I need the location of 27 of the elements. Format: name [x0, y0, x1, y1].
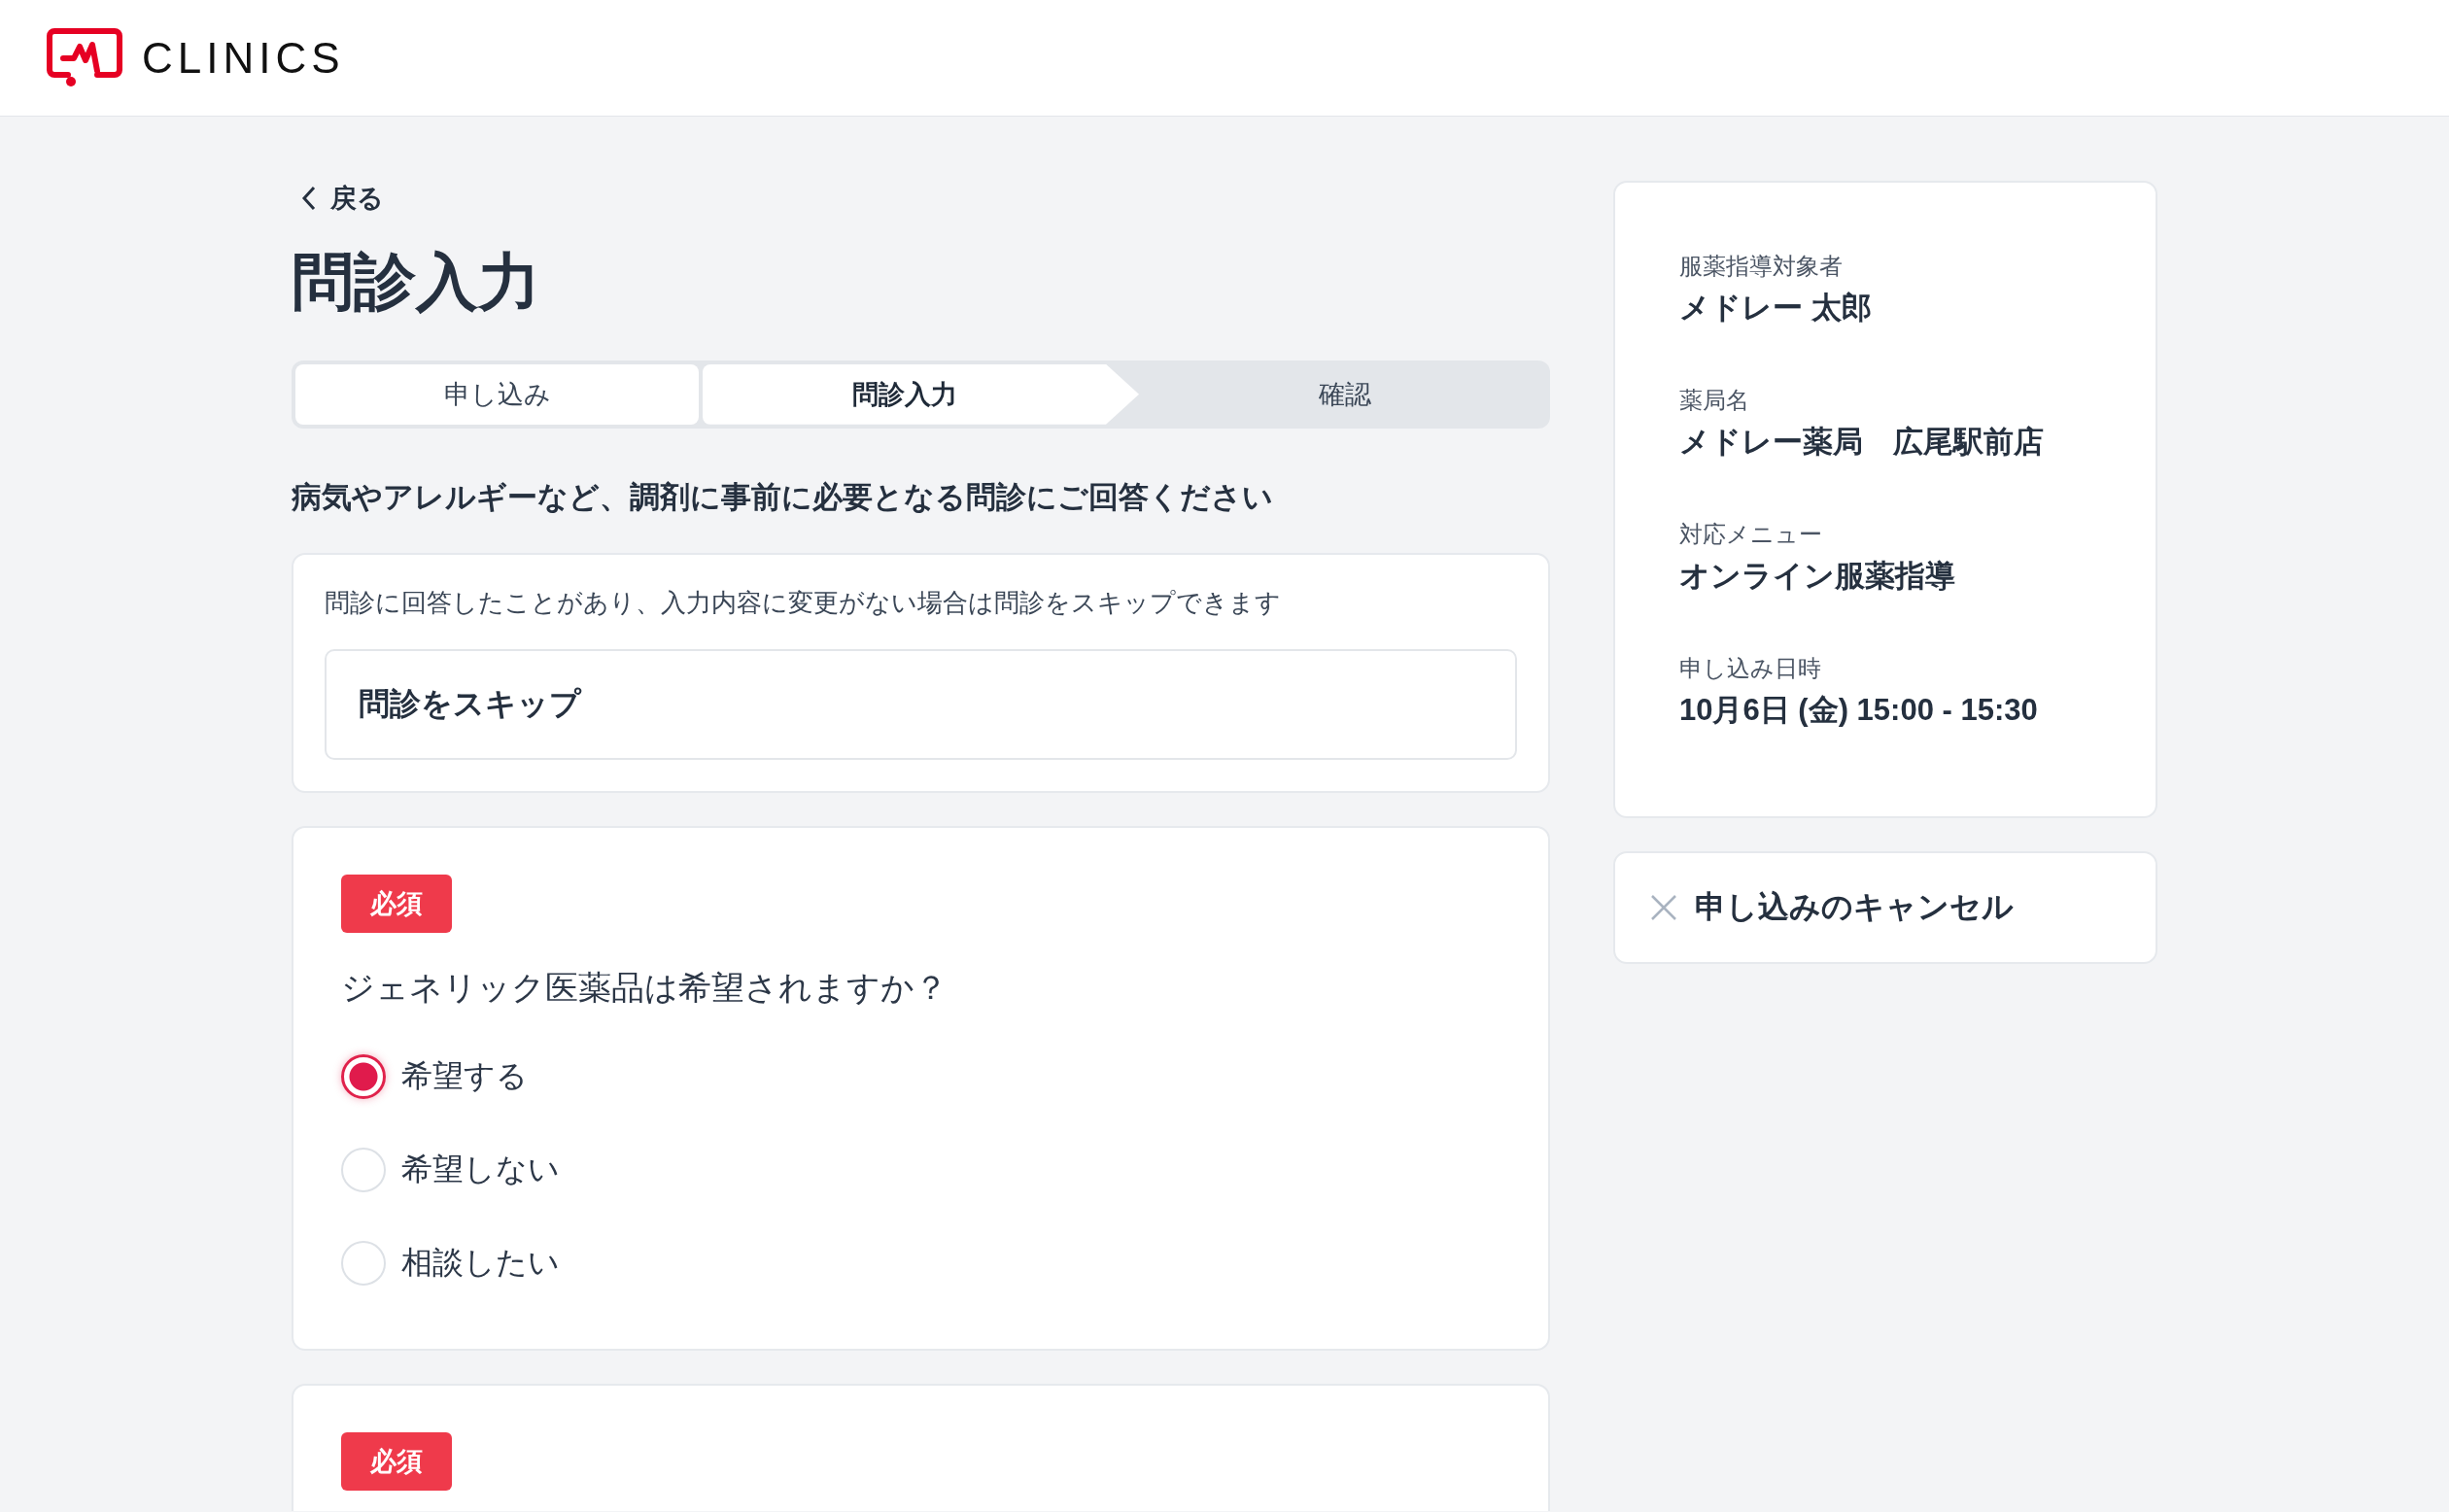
logo-icon: [47, 27, 122, 88]
field-value: オンライン服薬指導: [1679, 558, 1956, 595]
field-label: 服薬指導対象者: [1679, 252, 1844, 281]
cancel-button[interactable]: 申し込みのキャンセル: [1613, 851, 2157, 964]
back-link[interactable]: 戻る: [301, 181, 384, 216]
required-badge: 必須: [341, 1431, 452, 1491]
instruction-text: 病気やアレルギーなど、調剤に事前に必要となる問診にご回答ください: [292, 478, 1274, 516]
field-value: 10月6日 (金) 15:00 - 15:30: [1679, 692, 2039, 729]
question-text: ジェネリック医薬品は希望されますか？: [341, 967, 949, 1008]
field-value: メドレー 太郎: [1679, 290, 1873, 326]
field-label: 薬局名: [1679, 386, 1750, 415]
skip-note: 問診に回答したことがあり、入力内容に変更がない場合は問診をスキップできます: [325, 586, 1282, 619]
progress-step: 申し込み: [295, 363, 699, 425]
radio-button[interactable]: [341, 1053, 386, 1099]
logo-text: CLINICS: [142, 33, 345, 83]
option-label[interactable]: 相談したい: [401, 1241, 560, 1285]
progress-step: 問診入力: [703, 363, 1139, 425]
skip-button[interactable]: 問診をスキップ: [325, 648, 1517, 760]
option-label[interactable]: 希望しない: [401, 1148, 560, 1191]
required-badge: 必須: [341, 874, 452, 933]
option-label[interactable]: 希望する: [401, 1054, 528, 1098]
page-title: 問診入力: [292, 246, 541, 319]
field-value: メドレー薬局 広尾駅前店: [1679, 424, 2045, 461]
close-icon: [1650, 894, 1677, 921]
chevron-left-icon: [301, 186, 317, 211]
field-label: 対応メニュー: [1679, 520, 1823, 549]
field-label: 申し込み日時: [1679, 654, 1822, 683]
